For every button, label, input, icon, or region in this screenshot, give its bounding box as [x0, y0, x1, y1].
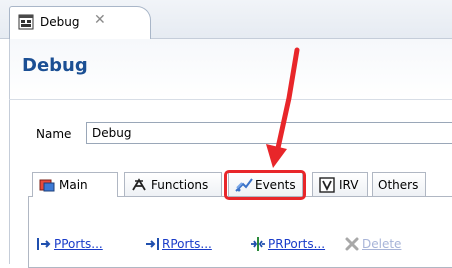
page-title: Debug	[22, 55, 88, 76]
tab-others-label: Others	[378, 178, 419, 192]
pport-icon	[36, 236, 52, 255]
rports-label: RPorts...	[162, 237, 212, 251]
rport-icon	[144, 236, 160, 255]
tab-main-label: Main	[59, 178, 88, 192]
events-icon	[235, 177, 253, 196]
delete-label: Delete	[362, 237, 402, 251]
tab-folder-content	[28, 196, 452, 268]
prport-icon	[250, 236, 266, 255]
tab-others[interactable]: Others	[372, 172, 426, 196]
delete-icon	[344, 236, 360, 255]
form-header: Debug	[9, 39, 452, 99]
functions-icon	[131, 177, 147, 196]
tab-functions-label: Functions	[151, 178, 209, 192]
close-icon[interactable]: ✕	[94, 12, 106, 28]
main-icon	[39, 177, 55, 196]
tab-events[interactable]: Events	[228, 172, 303, 196]
irv-icon	[319, 177, 335, 196]
editor-tab-strip: Debug ✕	[0, 0, 452, 39]
pports-label: PPorts...	[54, 237, 103, 251]
prports-label: PRPorts...	[268, 237, 326, 251]
tab-main[interactable]: Main	[32, 172, 118, 197]
debug-config-icon	[18, 14, 34, 33]
tab-irv-label: IRV	[339, 178, 359, 192]
name-input[interactable]	[86, 122, 452, 144]
name-label: Name	[36, 127, 72, 141]
tab-irv[interactable]: IRV	[312, 172, 368, 196]
tab-events-label: Events	[255, 178, 296, 192]
editor-tab-label: Debug	[40, 15, 80, 29]
tab-functions[interactable]: Functions	[124, 172, 222, 196]
editor-tab-debug[interactable]: Debug ✕	[9, 6, 151, 39]
